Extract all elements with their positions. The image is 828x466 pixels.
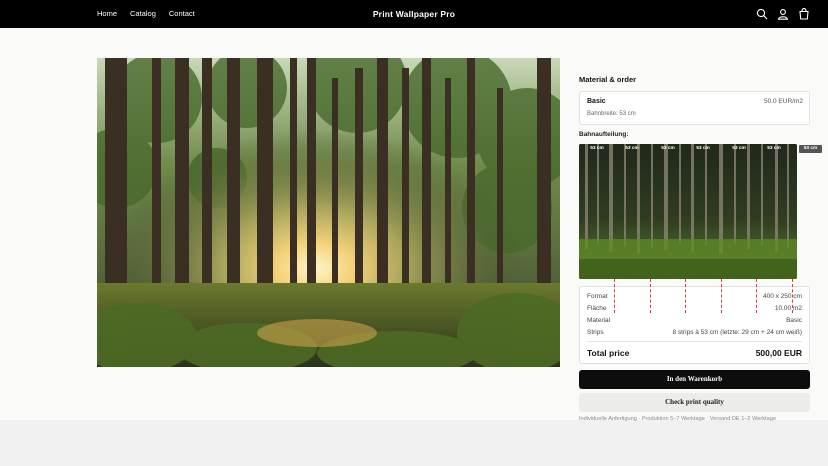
cut-line [685,279,686,313]
material-name: Basic [587,98,606,105]
site-header: Home Catalog Contact Print Wallpaper Pro [0,0,828,28]
spec-value: 400 x 250 cm [762,293,802,300]
check-print-quality-button[interactable]: Check print quality [579,393,810,412]
strip-width-label-outside: 53 cm [799,145,822,153]
footer-band [0,420,828,466]
cut-line [614,279,615,313]
shipping-note: Individuelle Anfertigung · Produktion 5–… [579,416,776,422]
cut-line [756,279,757,313]
forest-sunlight-photo [97,58,560,367]
spec-value: Basic [786,317,802,324]
brand-logo[interactable]: Print Wallpaper Pro [0,9,828,19]
strip-width-label: 53 cm [661,146,675,151]
forest-preview-image [579,144,797,279]
cut-line [721,279,722,313]
spec-key: Fläche [587,305,607,312]
strip-layout-preview: 53 cm 53 cm 53 cm 53 cm 53 cm 53 cm [579,144,797,279]
strip-width-label: 53 cm [732,146,746,151]
strip-width-label: 53 cm [625,146,639,151]
search-icon[interactable] [756,7,768,20]
total-label: Total price [587,348,630,358]
spec-value: 10.00 m2 [774,305,802,312]
material-price: 50.0 EUR/m2 [763,98,803,105]
material-width: Bahnbreite: 53 cm [587,111,636,117]
spec-key: Strips [587,329,604,336]
spec-value: 8 strips à 53 cm (letzte: 29 cm + 24 cm … [672,329,803,336]
spec-key: Material [587,317,611,324]
header-icons [756,7,810,20]
total-value: 500,00 EUR [755,348,802,358]
summary-divider [587,341,802,342]
account-icon[interactable] [777,7,789,20]
strip-width-label: 53 cm [696,146,710,151]
material-option-card[interactable]: Basic 50.0 EUR/m2 Bahnbreite: 53 cm [579,91,810,125]
add-to-cart-button[interactable]: In den Warenkorb [579,370,810,389]
strip-layout-label: Bahnaufteilung: [579,131,629,138]
product-image[interactable] [97,58,560,367]
strip-width-label: 53 cm [767,146,781,151]
cut-line [792,279,793,313]
panel-title: Material & order [579,75,637,84]
cut-line [650,279,651,313]
strip-width-label: 53 cm [590,146,604,151]
cart-icon[interactable] [798,7,810,20]
spec-key: Format [587,293,608,300]
